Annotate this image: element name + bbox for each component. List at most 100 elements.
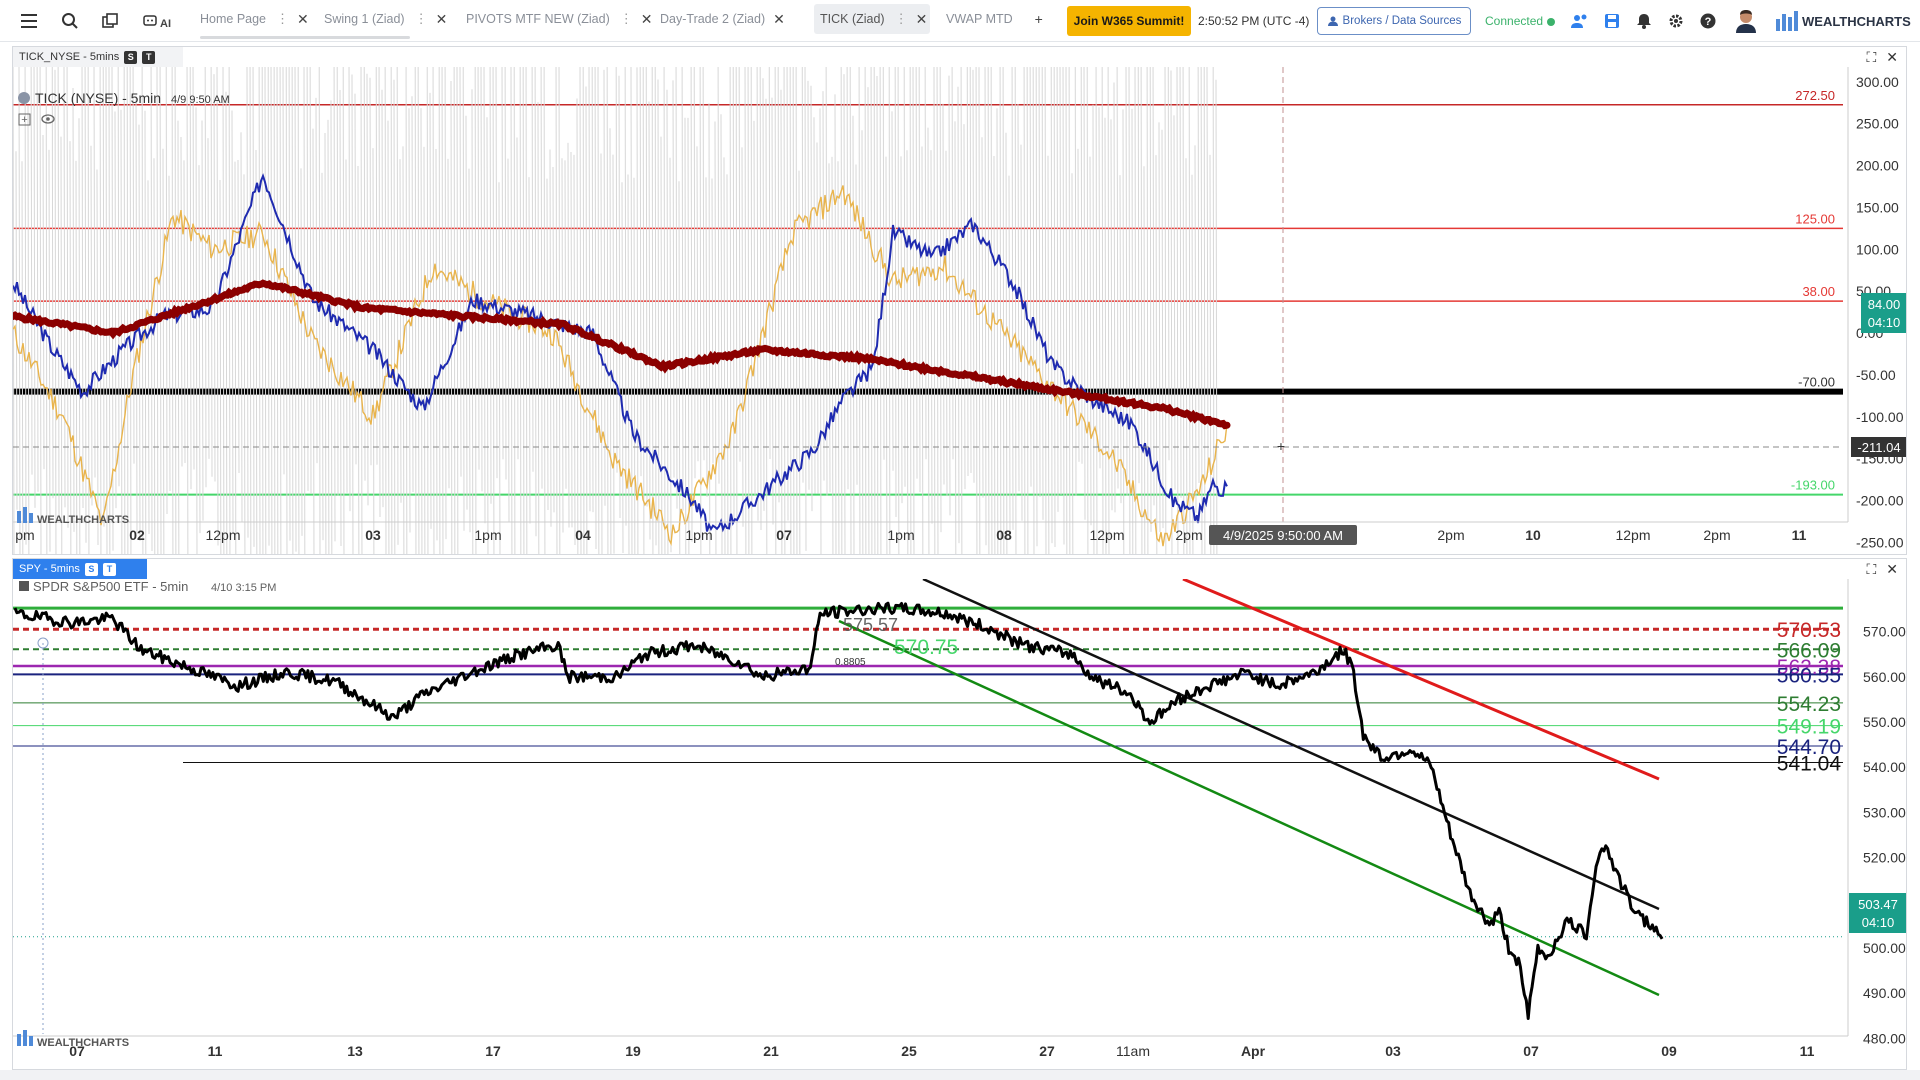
tab-day-trade-2[interactable]: Day-Trade 2 (Ziad) ✕	[654, 4, 791, 34]
gear-icon[interactable]	[1664, 9, 1688, 33]
clock-display: 2:50:52 PM (UTC -4)	[1198, 14, 1310, 28]
maximize-icon[interactable]: ⛶	[1866, 49, 1876, 65]
ai-assistant-icon[interactable]: AI	[140, 9, 174, 33]
x-tick-label: 08	[996, 527, 1012, 543]
close-icon[interactable]: ✕	[916, 11, 928, 28]
x-tick-label: 11am	[1116, 1043, 1150, 1059]
maximize-icon[interactable]: ⛶	[1866, 561, 1876, 577]
x-tick-label: 19	[625, 1043, 641, 1059]
bell-icon[interactable]	[1632, 9, 1656, 33]
y-tick-label: 250.00	[1856, 116, 1899, 132]
tabs-scrollbar[interactable]	[200, 36, 410, 39]
trendline-green[interactable]	[838, 619, 1660, 997]
x-tick-label: 10	[1525, 527, 1541, 543]
close-icon[interactable]: ✕	[773, 11, 785, 28]
tab-menu-icon[interactable]: ⋮	[620, 11, 633, 27]
close-icon[interactable]: ✕	[641, 11, 653, 28]
y-tick-label: 150.00	[1856, 199, 1899, 215]
tab-label: Day-Trade 2 (Ziad)	[660, 12, 766, 26]
tab-menu-icon[interactable]: ⋮	[415, 11, 428, 27]
tick-chart[interactable]: 272.50125.0038.00-70.00-193.00-395.00 + …	[13, 67, 1906, 554]
x-tick-label: 07	[1523, 1043, 1539, 1059]
svg-text:?: ?	[1705, 16, 1712, 28]
level-label: 560.55	[1777, 664, 1841, 687]
brokers-label: Brokers / Data Sources	[1342, 15, 1462, 27]
tick-chart-panel: TICK_NYSE - 5mins S T ⛶ ✕ 272.50 125.00 38.…	[12, 46, 1907, 555]
avatar[interactable]	[1734, 9, 1758, 33]
x-tick-label: 2pm	[1703, 527, 1730, 543]
user-icon	[1327, 16, 1338, 26]
join-summit-button[interactable]: Join W365 Summit!	[1067, 6, 1191, 36]
panel-header: SPY - 5mins S T	[13, 559, 147, 579]
level-label: 125.00	[1795, 211, 1835, 226]
add-indicator-plus: +	[21, 114, 27, 126]
badge-t[interactable]: T	[142, 50, 156, 64]
hamburger-icon[interactable]	[18, 9, 42, 33]
help-icon[interactable]: ?	[1696, 9, 1720, 33]
y-tick-label: 530.00	[1863, 804, 1906, 820]
tab-pivots-mtf-new[interactable]: PIVOTS MTF NEW (Ziad) ⋮ ✕	[460, 4, 658, 34]
badge-s[interactable]: S	[84, 562, 98, 576]
x-tick-label: 11	[1792, 527, 1807, 543]
x-tick-label: 07	[776, 527, 792, 543]
tab-tick[interactable]: TICK (Ziad) ⋮ ✕	[814, 4, 930, 34]
badge-t[interactable]: T	[102, 562, 116, 576]
ai-label: AI	[160, 18, 171, 30]
x-tick-label: Apr	[1241, 1043, 1266, 1059]
y-tick-label: 500.00	[1863, 940, 1906, 956]
close-icon[interactable]: ✕	[1886, 561, 1898, 577]
x-tick-label: 25	[901, 1043, 917, 1059]
brokers-data-sources-button[interactable]: Brokers / Data Sources	[1317, 7, 1471, 35]
x-tick-label: 2pm	[1175, 527, 1202, 543]
close-icon[interactable]: ✕	[297, 11, 309, 28]
symbol-time: 4/9 9:50 AM	[171, 94, 230, 106]
panel-controls: ⛶ ✕	[1866, 561, 1898, 578]
tab-swing-1[interactable]: Swing 1 (Ziad) ⋮ ✕	[318, 4, 453, 34]
chart-annotation-3: 0.8805	[835, 657, 866, 668]
level-label: 554.23	[1777, 693, 1841, 716]
price-tag-timer: 04:10	[1862, 915, 1895, 930]
brand-logo: WEALTHCHARTS	[1776, 10, 1911, 32]
brand-name: WEALTHCHARTS	[1802, 13, 1911, 29]
x-tick-label: 12pm	[1615, 527, 1650, 543]
layers-icon[interactable]	[98, 9, 122, 33]
watermark-logo-icon	[17, 1030, 33, 1046]
x-tick-label: 11	[1800, 1043, 1815, 1059]
x-tick-label: pm	[15, 527, 34, 543]
y-tick-label: -250.00	[1856, 534, 1904, 550]
users-icon[interactable]	[1568, 9, 1592, 33]
bottom-scrollbar[interactable]	[0, 1070, 1920, 1080]
x-tick-label: 12pm	[205, 527, 240, 543]
save-icon[interactable]	[1600, 9, 1624, 33]
x-tick-label: 21	[763, 1043, 779, 1059]
x-tick-label: 04	[575, 527, 591, 543]
tab-menu-icon[interactable]: ⋮	[895, 11, 908, 27]
x-tick-label: 17	[485, 1043, 501, 1059]
add-tab-button[interactable]: +	[1035, 11, 1043, 27]
close-icon[interactable]: ✕	[436, 11, 448, 28]
crosshair-time-value: 4/9/2025 9:50:00 AM	[1223, 528, 1343, 543]
badge-s[interactable]: S	[124, 50, 138, 64]
y-tick-label: -200.00	[1856, 493, 1904, 509]
y-tick-label: 540.00	[1863, 759, 1906, 775]
panel-header: TICK_NYSE - 5mins S T	[13, 47, 183, 67]
connection-label: Connected	[1485, 14, 1544, 28]
y-tick-label: 570.00	[1863, 624, 1906, 640]
spy-chart-panel: SPY - 5mins S T ⛶ ✕ 575.57 570.75 0.8805 …	[12, 558, 1907, 1070]
level-label: 541.04	[1777, 752, 1842, 775]
search-icon[interactable]	[58, 9, 82, 33]
tab-label: PIVOTS MTF NEW (Ziad)	[466, 12, 610, 26]
spy-chart[interactable]: 575.57 570.75 0.8805 570.53566.09562.385…	[13, 579, 1906, 1069]
level-label: -193.00	[1791, 478, 1835, 493]
top-toolbar: AI Home Page ⋮ ✕ Swing 1 (Ziad) ⋮ ✕ PIVOTS M…	[0, 0, 1920, 42]
x-tick-label: 02	[129, 527, 145, 543]
tab-label: Swing 1 (Ziad)	[324, 12, 405, 26]
close-icon[interactable]: ✕	[1886, 49, 1898, 65]
tab-menu-icon[interactable]: ⋮	[276, 11, 289, 27]
x-tick-label: 09	[1661, 1043, 1677, 1059]
y-tick-label: 520.00	[1863, 850, 1906, 866]
tab-vwap-mtd[interactable]: VWAP MTD +	[940, 4, 1049, 34]
tab-home-page[interactable]: Home Page ⋮ ✕	[194, 4, 315, 34]
price-tag-timer: 04:10	[1868, 315, 1901, 330]
level-label: -70.00	[1798, 375, 1835, 390]
